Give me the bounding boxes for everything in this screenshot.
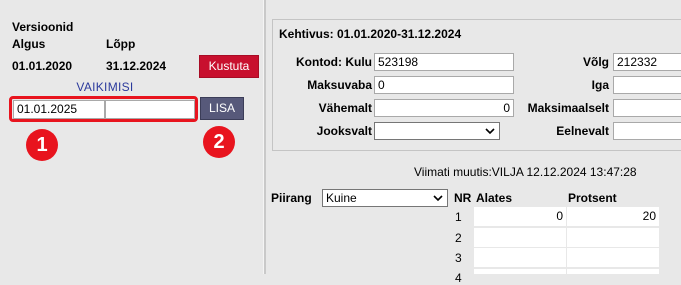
table-header-nr: NR [454, 191, 472, 205]
table-row-3-percent[interactable] [567, 248, 659, 267]
validity-label: Kehtivus: 01.01.2020-31.12.2024 [279, 27, 462, 41]
debt-account-input[interactable]: 212332 [613, 53, 681, 71]
table-header-from: Alates [476, 191, 513, 205]
table-row-3-nr: 3 [455, 251, 462, 265]
table-row-1-from[interactable]: 0 [474, 207, 566, 226]
step-1-badge: 1 [26, 129, 58, 161]
version-start-date: 01.01.2020 [12, 59, 73, 73]
new-end-date-input[interactable] [105, 100, 195, 119]
current-select[interactable] [374, 122, 500, 140]
accounts-cost-label: Kontod: Kulu [296, 55, 372, 69]
chevron-down-icon [433, 195, 443, 202]
limit-label: Piirang [271, 191, 312, 205]
previous-label: Eelnevalt [556, 124, 609, 138]
table-row-4-nr: 4 [455, 271, 462, 285]
table-row-2-percent[interactable] [567, 228, 659, 247]
table-row-2-nr: 2 [455, 231, 462, 245]
limit-table: NR Alates Protsent 1 0 20 2 3 4 [452, 188, 681, 285]
delete-button[interactable]: Kustuta [199, 55, 259, 78]
versions-title: Versioonid [12, 20, 74, 34]
table-row-4-from[interactable] [474, 269, 566, 274]
minimum-label: Vähemalt [318, 101, 372, 115]
each-label: Iga [591, 78, 609, 92]
maximum-input[interactable] [613, 99, 681, 117]
table-header-percent: Protsent [568, 191, 617, 205]
default-link[interactable]: VAIKIMISI [60, 80, 150, 94]
column-end-header: Lõpp [106, 37, 136, 51]
table-row-1-nr: 1 [455, 210, 462, 224]
new-start-date-input[interactable]: 01.01.2025 [13, 100, 105, 119]
cost-account-input[interactable]: 523198 [374, 53, 514, 71]
version-end-date: 31.12.2024 [106, 59, 167, 73]
current-label: Jooksvalt [316, 124, 372, 138]
each-input[interactable] [613, 76, 681, 94]
minimum-input[interactable]: 0 [374, 99, 514, 117]
table-row-3-from[interactable] [474, 248, 566, 267]
table-row-1-percent[interactable]: 20 [567, 207, 659, 226]
table-row-2-from[interactable] [474, 228, 566, 247]
last-modified-text: Viimati muutis:VILJA 12.12.2024 13:47:28 [414, 165, 637, 179]
table-row-4-percent[interactable] [567, 269, 659, 274]
tax-free-label: Maksuvaba [307, 78, 372, 92]
versions-panel: Versioonid Algus Lõpp 01.01.2020 31.12.2… [0, 0, 263, 274]
panel-divider [263, 0, 266, 274]
limit-select-value: Kuine [326, 191, 357, 205]
add-button[interactable]: LISA [200, 97, 244, 120]
limit-select[interactable]: Kuine [322, 189, 448, 207]
tax-free-input[interactable]: 0 [374, 76, 514, 94]
maximum-label: Maksimaalselt [527, 101, 609, 115]
previous-input[interactable] [613, 122, 681, 140]
step-2-badge: 2 [203, 126, 235, 158]
debt-label: Võlg [583, 55, 609, 69]
column-start-header: Algus [12, 37, 46, 51]
chevron-down-icon [485, 128, 495, 135]
